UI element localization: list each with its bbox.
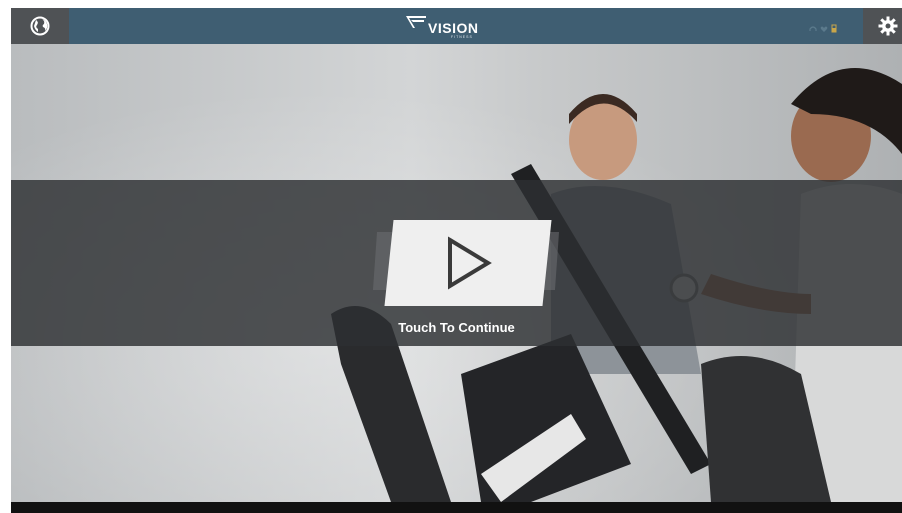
gear-icon	[878, 16, 898, 36]
headphones-icon	[809, 20, 817, 38]
brand-logo: VISION FITNESS	[405, 14, 479, 39]
bottom-bar	[11, 502, 902, 513]
heart-icon	[820, 20, 828, 38]
globe-icon	[30, 16, 50, 36]
language-button[interactable]	[11, 8, 69, 44]
brand-name: VISION	[428, 20, 479, 36]
app-screen: VISION FITNESS Touch To Continue	[11, 8, 902, 513]
battery-icon	[831, 20, 837, 38]
settings-button[interactable]	[863, 8, 902, 44]
play-icon	[448, 236, 492, 290]
touch-to-continue-overlay[interactable]: Touch To Continue	[11, 180, 902, 346]
touch-to-continue-label[interactable]: Touch To Continue	[11, 320, 902, 335]
vision-logo-mark	[406, 16, 426, 28]
play-button[interactable]	[384, 220, 552, 306]
status-icons	[809, 20, 837, 38]
top-bar: VISION FITNESS	[11, 8, 902, 44]
brand-subtitle: FITNESS	[451, 35, 473, 39]
